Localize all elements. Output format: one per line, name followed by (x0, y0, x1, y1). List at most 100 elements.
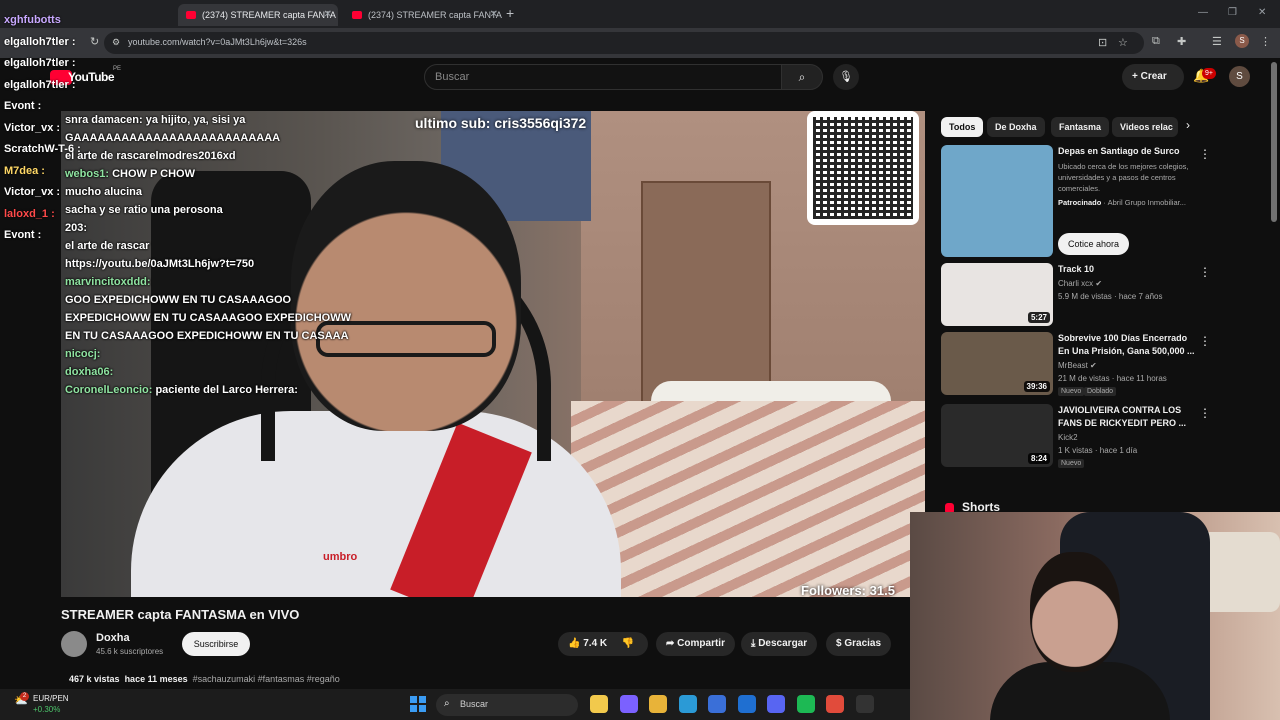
share-button[interactable]: ➦ Compartir (656, 632, 735, 656)
create-button[interactable]: + Crear (1122, 64, 1184, 90)
chat-message-text: el arte de rascar (65, 240, 150, 252)
edge-icon[interactable] (678, 695, 697, 713)
outlook-icon[interactable] (737, 695, 756, 713)
more-options-icon[interactable]: ⋮ (1199, 406, 1211, 420)
video-meta[interactable]: 467 k vistas hace 11 meses #sachauzumaki… (69, 674, 340, 684)
video-player[interactable]: umbro ultimo sub: cris3556qi372 Follower… (61, 111, 925, 597)
address-bar[interactable]: ⚙ youtube.com/watch?v=0aJMt3Lh6jw&t=326s… (104, 32, 1144, 54)
ad-cta-button[interactable]: Cotice ahora (1058, 233, 1130, 255)
recommended-channel[interactable]: Charli xcx ✔ (1058, 279, 1102, 288)
channel-label: MrBeast (1058, 361, 1088, 370)
copilot-icon[interactable] (619, 695, 638, 713)
screen-chat-overlay: xghfubotts elgalloh7tler : elgalloh7tler :… (4, 10, 81, 247)
browser-menu-icon[interactable]: ⋮ (1260, 35, 1271, 48)
recommended-video[interactable]: 8:24 JAVIOLIVEIRA CONTRA LOS FANS DE RIC… (941, 404, 1211, 468)
chat-message-text: 203: (65, 222, 88, 234)
spotify-icon[interactable] (796, 695, 815, 713)
recommended-video[interactable]: 39:36 Sobrevive 100 Días Encerrado En Un… (941, 332, 1211, 396)
dubbed-badge: Doblado (1084, 387, 1117, 396)
recommended-channel[interactable]: MrBeast ✔ (1058, 361, 1097, 370)
close-tab-icon[interactable]: ✕ (490, 9, 498, 20)
chat-message-text: snra damacen: ya hijito, ya, sisi ya (65, 114, 246, 126)
recommended-meta: 21 M de vistas · hace 11 horas (1058, 374, 1167, 383)
start-button[interactable] (410, 696, 426, 712)
search-input[interactable]: Buscar (424, 64, 782, 90)
cast-icon[interactable]: ⧉ (1152, 35, 1160, 48)
voice-search-button[interactable]: 🎙 (833, 64, 859, 90)
recommended-title[interactable]: Track 10 (1058, 263, 1198, 276)
share-label: Compartir (677, 638, 725, 649)
close-tab-icon[interactable]: ✕ (324, 9, 332, 20)
like-dislike-group: 👍 7.4 K 👎 (558, 632, 648, 656)
chip-de-doxha[interactable]: De Doxha (987, 117, 1045, 137)
thanks-button[interactable]: $ Gracias (826, 632, 892, 656)
webcam-bed (1200, 532, 1280, 612)
browser-tab[interactable]: (2374) STREAMER capta FANTA ✕ (344, 4, 504, 26)
microphone-icon: 🎙 (839, 71, 853, 83)
qr-code-image (807, 111, 919, 225)
currency-pair[interactable]: EUR/PEN (33, 694, 69, 703)
chat-message: el arte de rascar (65, 237, 355, 255)
more-options-icon[interactable]: ⋮ (1199, 265, 1211, 279)
maximize-button[interactable]: ❐ (1228, 7, 1237, 18)
chat-username: Victor_vx : (4, 186, 61, 198)
chat-username: M7dea : (4, 164, 45, 177)
download-button[interactable]: ⤓ Descargar (741, 632, 818, 656)
hashtags[interactable]: #sachauzumaki #fantasmas #regaño (193, 674, 340, 684)
windows-taskbar: ⛅ 2 EUR/PEN +0.30% ⌕ Buscar (0, 689, 910, 720)
extensions-icon[interactable]: ✚ (1177, 35, 1186, 48)
discord-icon[interactable] (767, 695, 785, 713)
close-window-button[interactable]: ✕ (1258, 7, 1266, 18)
chat-message: sacha y se ratio una perosona (65, 201, 355, 219)
video-thumbnail[interactable]: 5:27 (941, 263, 1053, 326)
file-explorer-icon[interactable] (590, 695, 608, 713)
sponsored-ad[interactable]: Depas en Santiago de Surco Ubicado cerca… (941, 145, 1211, 257)
download-label: Descargar (758, 638, 808, 649)
channel-avatar[interactable] (61, 631, 87, 657)
chat-message: CoronelLeoncio: paciente del Larco Herre… (65, 381, 355, 399)
recommended-video[interactable]: 5:27 Track 10 Charli xcx ✔ 5.9 M de vist… (941, 263, 1211, 327)
subscribe-button[interactable]: Suscribirse (182, 632, 250, 656)
chrome-icon[interactable] (826, 695, 844, 713)
account-avatar[interactable]: S (1229, 66, 1250, 87)
more-options-icon[interactable]: ⋮ (1199, 147, 1211, 161)
chip-videos-relacionados[interactable]: Videos relac (1112, 117, 1178, 137)
more-options-icon[interactable]: ⋮ (1199, 334, 1211, 348)
video-thumbnail[interactable]: 8:24 (941, 404, 1053, 467)
chip-fantasma[interactable]: Fantasma (1051, 117, 1110, 137)
new-tab-button[interactable]: + (506, 5, 514, 21)
ad-thumbnail[interactable] (941, 145, 1053, 257)
channel-name[interactable]: Doxha (96, 632, 130, 644)
obs-icon[interactable] (855, 695, 874, 713)
recommended-title[interactable]: Sobrevive 100 Días Encerrado En Una Pris… (1058, 332, 1198, 358)
chip-todos[interactable]: Todos (941, 117, 984, 137)
chat-message-text: mucho alucina (65, 186, 143, 198)
store-icon[interactable] (708, 695, 726, 713)
recommended-title[interactable]: JAVIOLIVEIRA CONTRA LOS FANS DE RICKYEDI… (1058, 404, 1198, 430)
install-app-icon[interactable]: ⊡ (1098, 36, 1107, 49)
folder-icon[interactable] (649, 695, 667, 713)
chevron-right-icon[interactable]: › (1186, 118, 1190, 132)
search-button[interactable]: ⌕ (781, 64, 823, 90)
like-button[interactable]: 👍 7.4 K (568, 638, 607, 649)
recommended-meta: 5.9 M de vistas · hace 7 años (1058, 292, 1163, 301)
dislike-button[interactable]: 👎 (622, 638, 634, 649)
reload-icon[interactable]: ↻ (90, 35, 99, 48)
taskbar-search[interactable]: ⌕ Buscar (436, 694, 578, 716)
reading-list-icon[interactable]: ☰ (1212, 35, 1222, 48)
subscriber-count: 45.6 k suscriptores (96, 647, 164, 656)
ad-title[interactable]: Depas en Santiago de Surco (1058, 145, 1198, 158)
profile-avatar[interactable]: S (1235, 34, 1249, 48)
chat-message-text: GAAAAAAAAAAAAAAAAAAAAAAAAAA (65, 132, 281, 144)
chat-username: elgalloh7tler : (4, 57, 76, 69)
ad-sponsor: Patrocinado · Abril Grupo Inmobiliar... (1058, 198, 1186, 207)
browser-tab-active[interactable]: (2374) STREAMER capta FANTA ✕ (178, 4, 338, 26)
page-scrollbar[interactable] (1271, 62, 1277, 222)
site-info-icon[interactable]: ⚙ (112, 37, 120, 48)
video-thumbnail[interactable]: 39:36 (941, 332, 1053, 395)
recommended-channel[interactable]: Kick2 (1058, 433, 1078, 442)
minimize-button[interactable]: — (1198, 7, 1208, 18)
currency-change: +0.30% (33, 705, 61, 714)
url-text: youtube.com/watch?v=0aJMt3Lh6jw&t=326s (128, 37, 307, 47)
bookmark-star-icon[interactable]: ☆ (1118, 36, 1128, 49)
